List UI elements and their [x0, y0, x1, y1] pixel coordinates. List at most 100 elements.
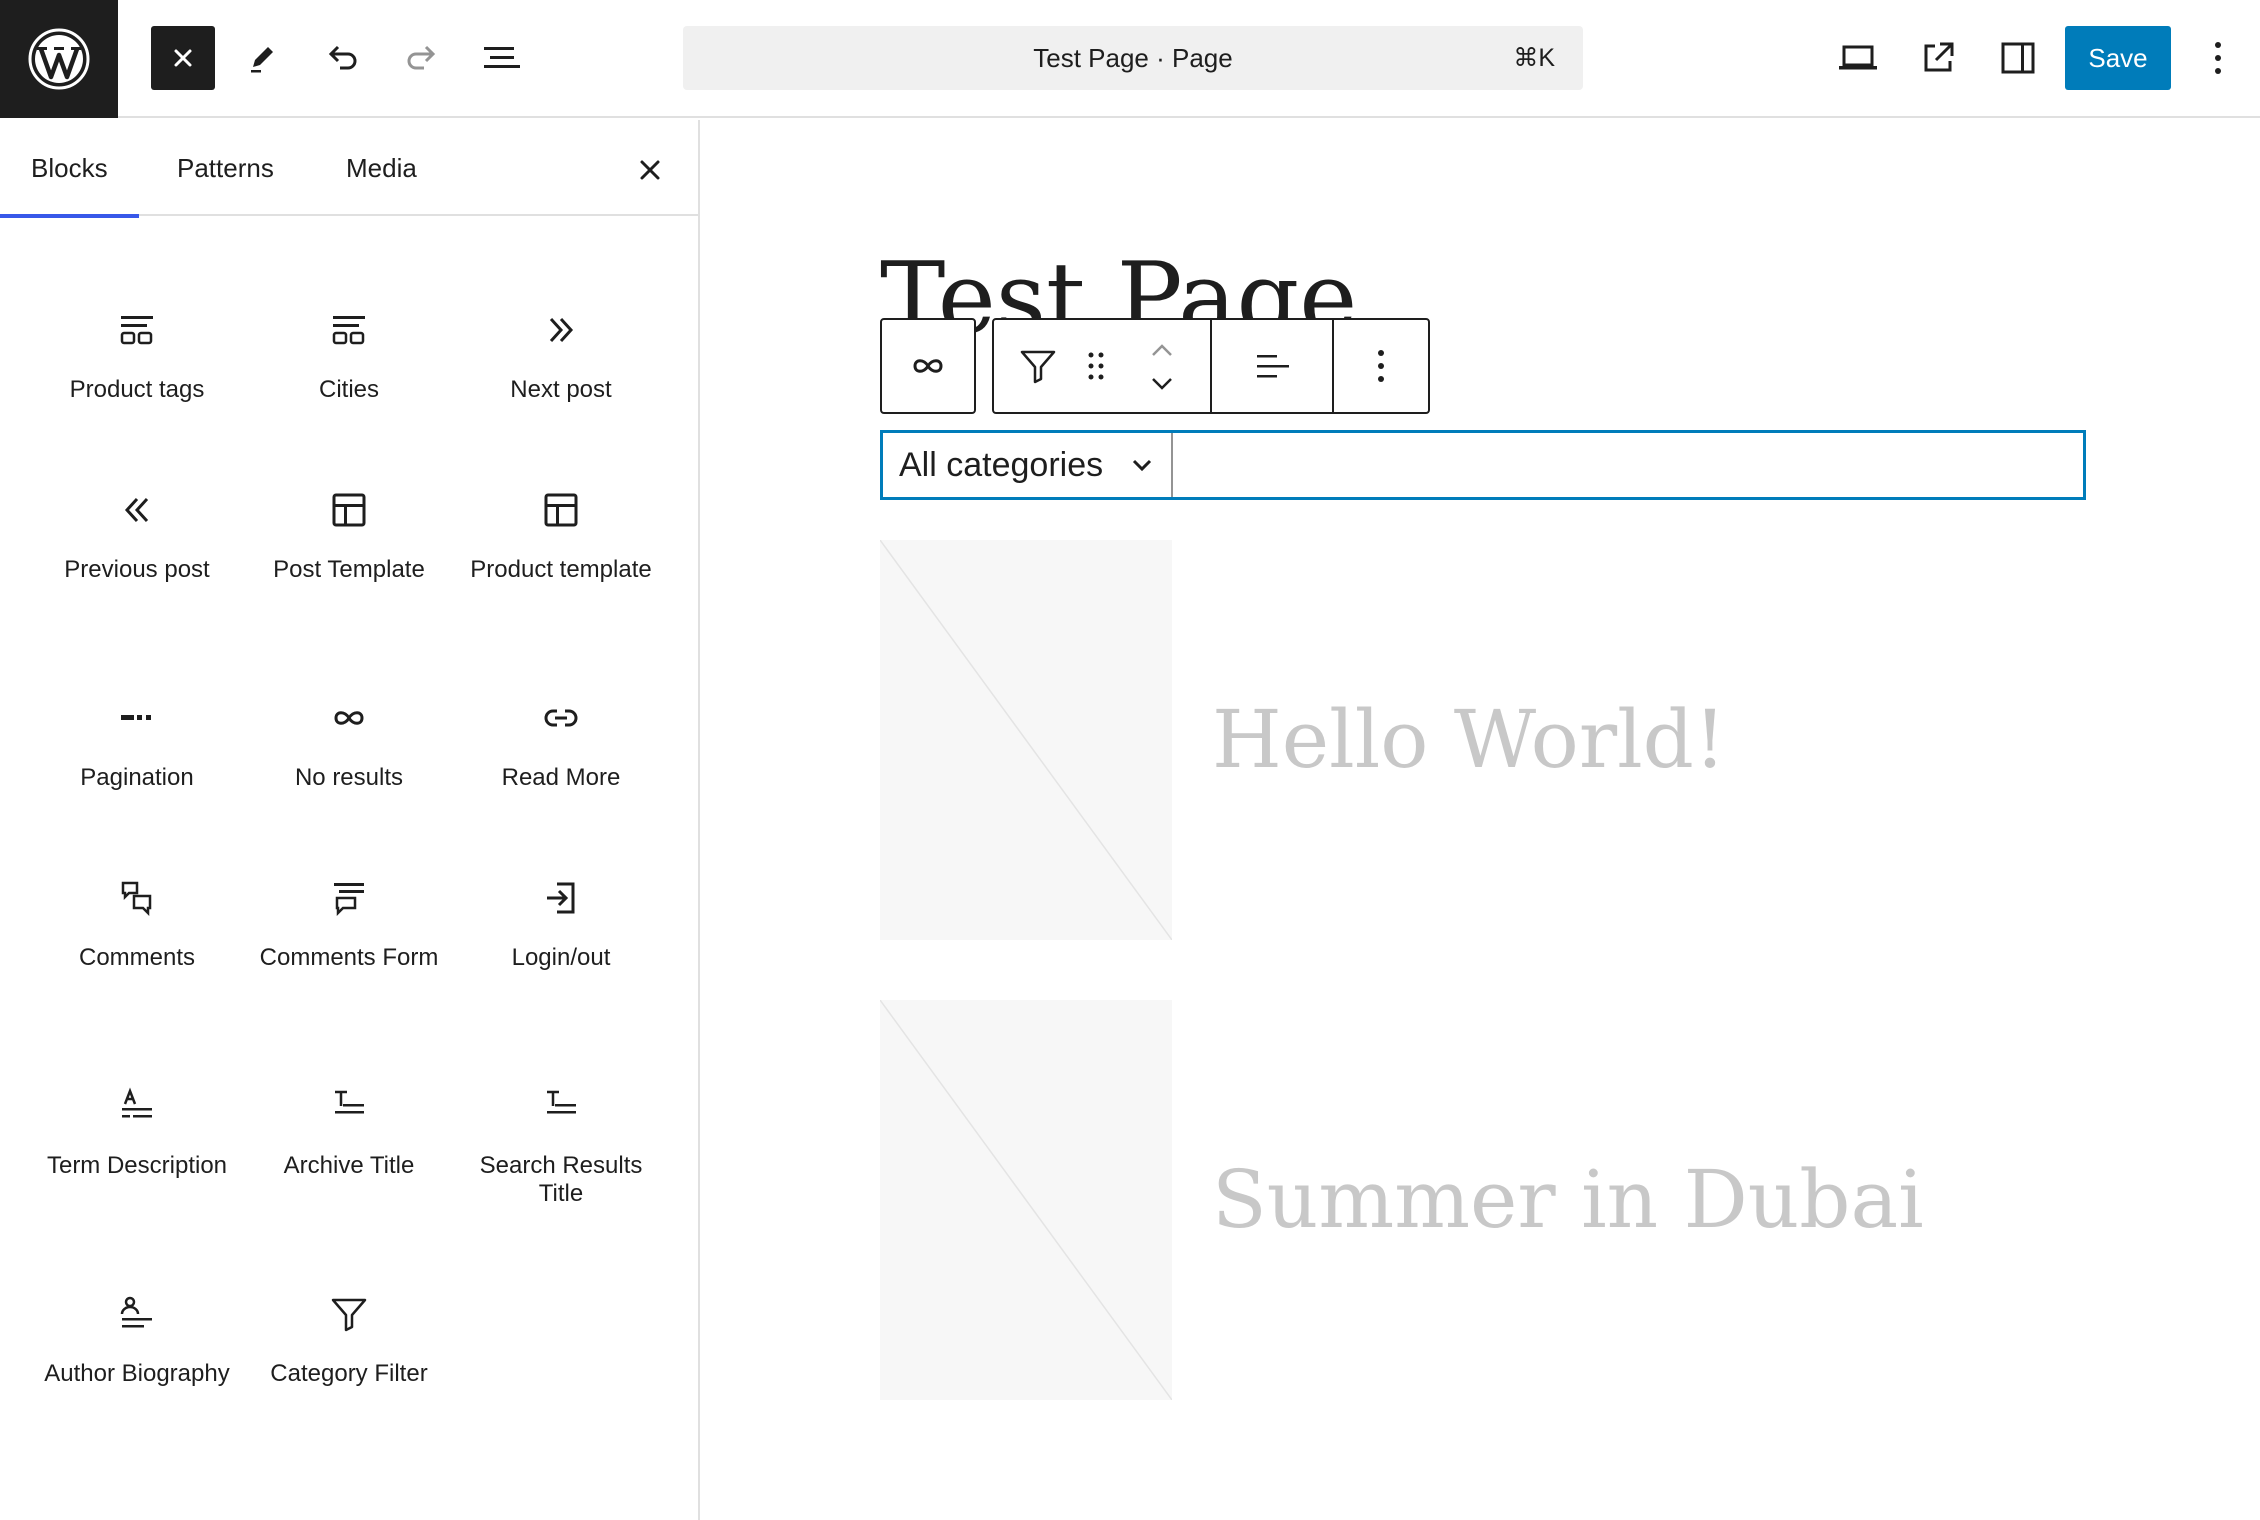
move-up-button[interactable] — [1144, 338, 1180, 362]
title-icon — [537, 1082, 585, 1130]
block-item-term-description[interactable]: Term Description — [31, 1082, 243, 1252]
align-button[interactable] — [1210, 320, 1332, 412]
block-item-label: Comments — [78, 944, 196, 971]
block-item-label: Next post — [510, 376, 612, 403]
redo-icon — [407, 45, 436, 70]
category-select[interactable]: All categories — [883, 433, 1173, 497]
move-down-button[interactable] — [1144, 372, 1180, 396]
login-icon — [537, 874, 585, 922]
settings-sidebar-button[interactable] — [1986, 26, 2050, 90]
tab-patterns[interactable]: Patterns — [177, 120, 274, 216]
block-item-search-results-title[interactable]: Search Results Title — [455, 1082, 667, 1252]
view-page-button[interactable] — [1906, 26, 1970, 90]
block-item-label: No results — [294, 764, 404, 791]
block-item-next-post[interactable]: Next post — [455, 306, 667, 476]
inserter-tabs: Blocks Patterns Media — [0, 120, 698, 218]
save-button[interactable]: Save — [2065, 26, 2171, 90]
close-icon — [174, 49, 192, 67]
preview-button[interactable] — [1826, 26, 1890, 90]
document-overview-button[interactable] — [470, 26, 534, 90]
post-item: Hello World! — [880, 540, 2086, 940]
term-description-icon — [113, 1082, 161, 1130]
category-select-value: All categories — [899, 445, 1104, 484]
block-type-button[interactable] — [1014, 342, 1062, 390]
block-item-product-tags[interactable]: Product tags — [31, 306, 243, 476]
block-options-button[interactable] — [1332, 320, 1428, 412]
block-item-product-template[interactable]: Product template — [455, 486, 667, 656]
category-filter-block[interactable]: All categories — [880, 430, 2086, 500]
pagination-icon — [113, 694, 161, 742]
title-icon — [325, 1082, 373, 1130]
block-item-label: Post Template — [273, 556, 425, 583]
block-item-pagination[interactable]: Pagination — [31, 694, 243, 864]
sidebar-toggle-icon — [2001, 42, 2035, 74]
post-item: Summer in Dubai — [880, 1000, 2086, 1400]
redo-button[interactable] — [390, 26, 454, 90]
chevron-up-icon — [1152, 344, 1172, 356]
comments-icon — [113, 874, 161, 922]
select-parent-block-button[interactable] — [880, 318, 976, 414]
editor-canvas: Test Page All categories Hello World! Su… — [702, 120, 2260, 1520]
block-item-label: Read More — [501, 764, 621, 791]
chevron-down-icon — [1152, 378, 1172, 390]
editor-header: Test Page · Page ⌘K Save — [0, 0, 2260, 118]
tab-blocks[interactable]: Blocks — [0, 120, 138, 218]
justify-left-icon — [1257, 355, 1289, 378]
block-item-label: Product template — [470, 556, 652, 583]
block-item-label: Term Description — [46, 1152, 228, 1179]
block-item-label: Product tags — [69, 376, 205, 403]
block-item-author-biography[interactable]: Author Biography — [31, 1290, 243, 1460]
filter-icon — [325, 1290, 373, 1338]
loop-icon — [913, 359, 943, 373]
block-item-comments[interactable]: Comments — [31, 874, 243, 1044]
drag-handle[interactable] — [1084, 346, 1108, 386]
block-item-previous-post[interactable]: Previous post — [31, 486, 243, 656]
tag-cloud-icon — [113, 306, 161, 354]
block-item-category-filter[interactable]: Category Filter — [243, 1290, 455, 1460]
block-item-label: Category Filter — [270, 1360, 428, 1387]
close-inserter-tabs-button[interactable] — [628, 148, 672, 192]
block-item-post-template[interactable]: Post Template — [243, 486, 455, 656]
wordpress-logo-button[interactable] — [0, 0, 118, 118]
block-item-login-out[interactable]: Login/out — [455, 874, 667, 1044]
options-menu-button[interactable] — [2186, 26, 2250, 90]
wordpress-icon — [28, 28, 90, 90]
external-link-icon — [1924, 42, 1954, 72]
tools-button[interactable] — [230, 26, 294, 90]
block-item-label: Author Biography — [44, 1360, 230, 1387]
chevron-double-left-icon — [113, 486, 161, 534]
block-toolbar-main — [992, 318, 1430, 414]
block-inserter-panel: Blocks Patterns Media Product tags Citie… — [0, 120, 700, 1520]
more-vertical-icon — [2215, 42, 2221, 74]
comment-form-icon — [325, 874, 373, 922]
post-title[interactable]: Summer in Dubai — [1212, 1160, 1924, 1240]
block-item-comments-form[interactable]: Comments Form — [243, 874, 455, 1044]
close-inserter-button[interactable] — [151, 26, 215, 90]
block-item-label: Previous post — [64, 556, 210, 583]
block-item-read-more[interactable]: Read More — [455, 694, 667, 864]
featured-image-placeholder — [880, 1000, 1172, 1400]
block-item-cities[interactable]: Cities — [243, 306, 455, 476]
close-icon — [640, 160, 660, 180]
tag-cloud-icon — [325, 306, 373, 354]
command-palette-button[interactable]: Test Page · Page ⌘K — [683, 26, 1583, 90]
more-vertical-icon — [1378, 350, 1384, 382]
drag-handle-icon — [1088, 352, 1104, 380]
undo-button[interactable] — [310, 26, 374, 90]
block-item-label: Comments Form — [259, 944, 439, 971]
post-title[interactable]: Hello World! — [1212, 700, 1726, 780]
block-item-archive-title[interactable]: Archive Title — [243, 1082, 455, 1252]
block-item-label: Archive Title — [283, 1152, 415, 1179]
link-icon — [537, 694, 585, 742]
author-icon — [113, 1290, 161, 1338]
pencil-icon — [251, 47, 273, 73]
block-type-group — [994, 320, 1210, 412]
chevron-down-icon — [1132, 459, 1152, 472]
tab-media[interactable]: Media — [346, 120, 417, 216]
undo-icon — [328, 45, 357, 70]
chevron-double-right-icon — [537, 306, 585, 354]
keyboard-shortcut: ⌘K — [1513, 44, 1555, 72]
block-item-label: Cities — [318, 376, 379, 403]
block-item-label: Pagination — [80, 764, 194, 791]
block-item-no-results[interactable]: No results — [243, 694, 455, 864]
